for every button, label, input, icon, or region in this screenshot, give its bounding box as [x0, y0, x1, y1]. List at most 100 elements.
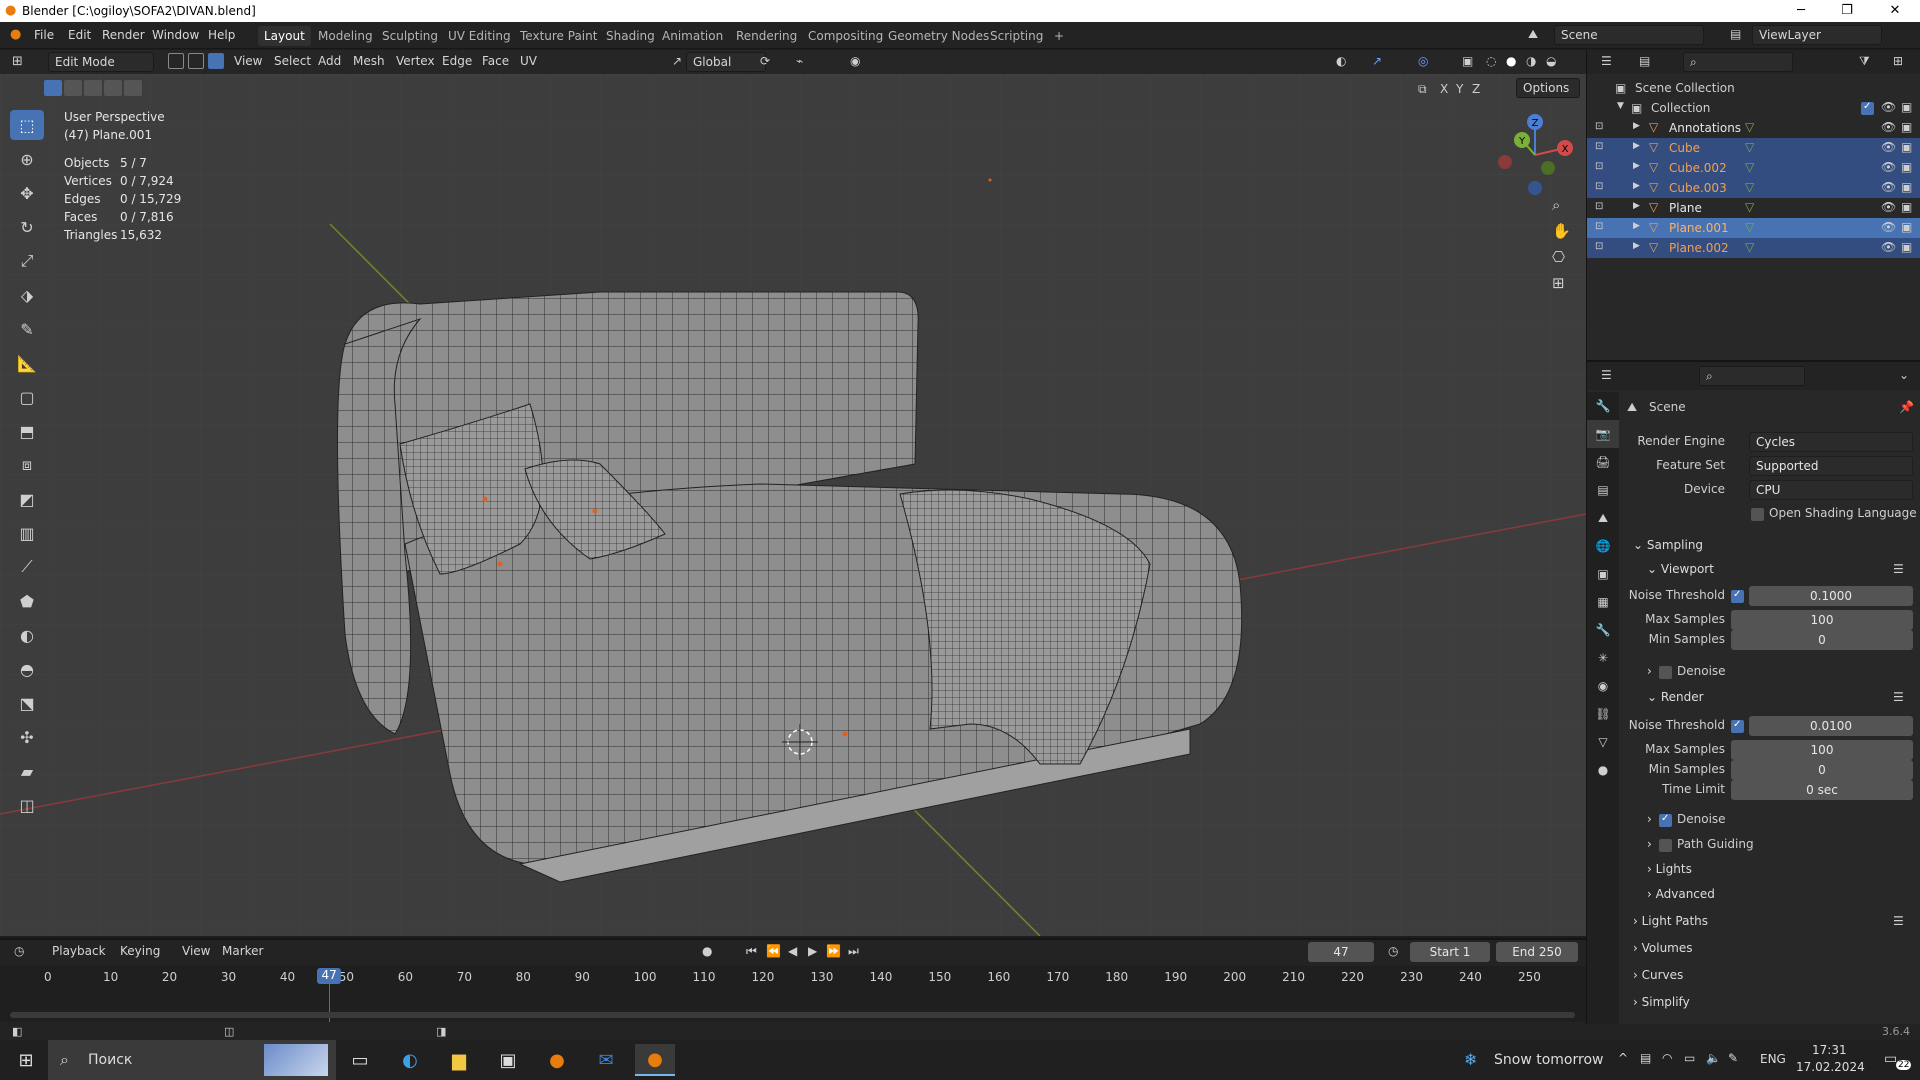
menu-file[interactable]: File	[34, 28, 54, 42]
viewport-denoise-checkbox[interactable]	[1659, 666, 1672, 679]
mirror-y-toggle[interactable]: Y	[1456, 82, 1463, 96]
wireframe-shading-icon[interactable]: ◌	[1486, 54, 1496, 68]
weather-label[interactable]: Snow tomorrow	[1494, 1052, 1603, 1068]
camera-icon[interactable]: ▣	[1901, 140, 1912, 154]
outliner-object-row[interactable]: ⊡ ▶ ▽ Cube.002 ▽ 👁 ▣	[1587, 158, 1920, 178]
object-select-icon[interactable]: ⊡	[1595, 161, 1603, 172]
inset-tool-icon[interactable]: ⧈	[10, 450, 44, 480]
taskbar-search[interactable]: ⌕ Поиск	[48, 1040, 336, 1080]
add-cube-tool-icon[interactable]: ▢	[10, 382, 44, 412]
volumes-section[interactable]: › Volumes	[1633, 941, 1693, 955]
outliner-object-row[interactable]: ⊡ ▶ ▽ Plane.001 ▽ 👁 ▣	[1587, 218, 1920, 238]
eye-icon[interactable]: 👁	[1881, 160, 1896, 174]
outliner-object-row[interactable]: ⊡ ▶ ▽ Cube.003 ▽ 👁 ▣	[1587, 178, 1920, 198]
close-button[interactable]: ✕	[1872, 0, 1918, 22]
object-select-icon[interactable]: ⊡	[1595, 181, 1603, 192]
menu-edge[interactable]: Edge	[442, 54, 472, 68]
start-frame-field[interactable]: Start 1	[1410, 942, 1490, 962]
camera-view-icon[interactable]: ⎔	[1552, 248, 1565, 266]
menu-select[interactable]: Select	[274, 54, 311, 68]
particles-tab-icon[interactable]: ✳	[1587, 644, 1619, 672]
3d-viewport[interactable]: ⧉ X Y Z Options Z X Y ⌕ ✋ ⎔ ⊞	[0, 74, 1586, 936]
tab-rendering[interactable]: Rendering	[730, 26, 803, 46]
tab-scripting[interactable]: Scripting	[984, 26, 1049, 46]
render-min-samples-field[interactable]: 0	[1731, 760, 1913, 780]
new-collection-icon[interactable]: ⊞	[1893, 54, 1903, 68]
outliner-object-row[interactable]: ⊡ ▶ ▽ Plane.002 ▽ 👁 ▣	[1587, 238, 1920, 258]
eye-icon[interactable]: 👁	[1881, 120, 1896, 134]
collection-tab-icon[interactable]: ▣	[1587, 560, 1619, 588]
viewport-min-samples-field[interactable]: 0	[1731, 630, 1913, 650]
menu-render[interactable]: Render	[102, 28, 145, 42]
menu-keying[interactable]: Keying	[120, 944, 160, 958]
outliner-editor-icon[interactable]: ☰	[1601, 54, 1612, 68]
record-icon[interactable]: ●	[702, 944, 712, 958]
preset-list-icon[interactable]: ☰	[1893, 914, 1904, 928]
gizmo-neg-z-icon[interactable]	[1528, 181, 1542, 195]
select-extend-icon[interactable]	[64, 80, 82, 96]
menu-vertex[interactable]: Vertex	[396, 54, 435, 68]
display-mode-icon[interactable]: ▤	[1639, 54, 1650, 68]
filter-icon[interactable]: ⧩	[1859, 54, 1870, 69]
vertex-select-icon[interactable]	[168, 53, 184, 69]
data-tab-icon[interactable]: ▽	[1587, 728, 1619, 756]
loop-cut-tool-icon[interactable]: ▥	[10, 518, 44, 548]
expand-arrow-icon[interactable]: ▶	[1633, 121, 1640, 131]
maximize-button[interactable]: ❐	[1824, 0, 1870, 22]
viewport-subsection[interactable]: ⌄ Viewport	[1647, 562, 1714, 576]
camera-icon[interactable]: ▣	[1901, 200, 1912, 214]
properties-search-input[interactable]: ⌕	[1699, 366, 1805, 386]
smooth-tool-icon[interactable]: ◓	[10, 654, 44, 684]
world-tab-icon[interactable]: 🌐	[1587, 532, 1619, 560]
select-box-icon[interactable]: ⬚	[10, 110, 44, 140]
outliner-search-input[interactable]: ⌕	[1683, 52, 1793, 72]
snap-icon[interactable]: ⌁	[796, 54, 803, 68]
gizmo-toggle-icon[interactable]: ↗	[1372, 54, 1382, 68]
mirror-x-toggle[interactable]: X	[1440, 82, 1448, 96]
viewport-max-samples-field[interactable]: 100	[1731, 610, 1913, 630]
curves-section[interactable]: › Curves	[1633, 968, 1683, 982]
annotate-tool-icon[interactable]: ✎	[10, 314, 44, 344]
sampling-section[interactable]: ⌄ Sampling	[1633, 538, 1703, 552]
menu-face[interactable]: Face	[482, 54, 509, 68]
expand-arrow-icon[interactable]: ▶	[1633, 221, 1640, 231]
select-subtract-icon[interactable]	[84, 80, 102, 96]
menu-edit[interactable]: Edit	[68, 28, 91, 42]
knife-tool-icon[interactable]: ⟋	[10, 552, 44, 582]
pan-hand-icon[interactable]: ✋	[1552, 222, 1571, 240]
transform-tool-icon[interactable]: ⬗	[10, 280, 44, 310]
menu-add[interactable]: Add	[318, 54, 341, 68]
shear-tool-icon[interactable]: ▰	[10, 756, 44, 786]
play-icon[interactable]: ▶	[808, 944, 817, 958]
current-frame-field[interactable]: 47	[1308, 942, 1374, 962]
timeline-editor-icon[interactable]: ◷	[14, 944, 24, 958]
properties-editor-icon[interactable]: ☰	[1601, 368, 1612, 382]
language-indicator[interactable]: ENG	[1760, 1052, 1786, 1066]
camera-icon[interactable]: ▣	[1901, 160, 1912, 174]
eye-icon[interactable]: 👁	[1881, 240, 1896, 254]
add-workspace-button[interactable]: +	[1048, 26, 1070, 46]
eye-icon[interactable]: 👁	[1881, 220, 1896, 234]
edge-slide-tool-icon[interactable]: ⬔	[10, 688, 44, 718]
extrude-tool-icon[interactable]: ⬒	[10, 416, 44, 446]
menu-timeline-view[interactable]: View	[182, 944, 210, 958]
tab-shading[interactable]: Shading	[600, 26, 661, 46]
tray-app-icon[interactable]: ▤	[1640, 1051, 1651, 1065]
pin-icon[interactable]: 📌	[1899, 400, 1914, 414]
options-dropdown[interactable]: Options	[1516, 78, 1580, 98]
minimize-button[interactable]: ─	[1778, 0, 1824, 22]
output-tab-icon[interactable]: 🖨	[1587, 448, 1619, 476]
path-guiding-checkbox[interactable]	[1659, 839, 1672, 852]
tab-compositing[interactable]: Compositing	[802, 26, 889, 46]
blender-active-app-icon[interactable]: ●	[635, 1044, 675, 1076]
render-denoise-section[interactable]: ›	[1647, 812, 1652, 826]
render-engine-dropdown[interactable]: Cycles	[1749, 432, 1913, 452]
visibility-icon[interactable]: ◐	[1336, 54, 1346, 68]
object-select-icon[interactable]: ⊡	[1595, 201, 1603, 212]
menu-playback[interactable]: Playback	[52, 944, 106, 958]
object-select-icon[interactable]: ⊡	[1595, 121, 1603, 132]
preset-list-icon[interactable]: ☰	[1893, 562, 1904, 576]
mode-selector[interactable]: Edit Mode	[48, 52, 154, 72]
object-select-icon[interactable]: ⊡	[1595, 241, 1603, 252]
mail-icon[interactable]: ✉	[586, 1044, 626, 1076]
